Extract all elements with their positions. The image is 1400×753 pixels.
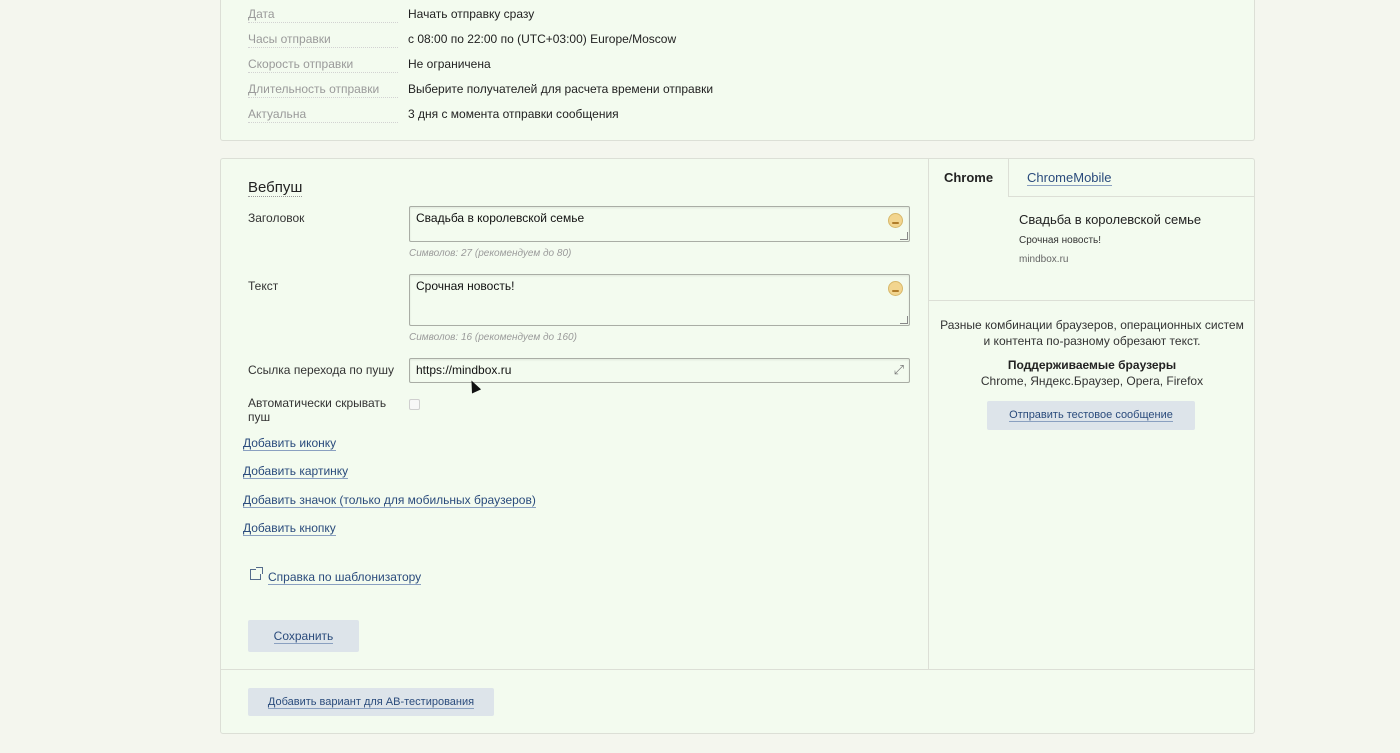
link-label: Ссылка перехода по пушу — [248, 363, 394, 377]
settings-row-date: Дата Начать отправку сразу — [248, 7, 948, 27]
text-input[interactable]: Срочная новость! — [409, 274, 910, 326]
emoji-icon[interactable] — [888, 281, 903, 296]
autohide-label: Автоматически скрывать пуш — [248, 396, 387, 424]
text-label: Текст — [248, 279, 279, 293]
tab-chromemobile[interactable]: ChromeMobile — [1027, 170, 1112, 186]
webpush-panel: Вебпуш Заголовок Свадьба в королевской с… — [220, 158, 1255, 671]
settings-row-actual: Актуальна 3 дня с момента отправки сообщ… — [248, 107, 948, 127]
supported-browsers-title: Поддерживаемые браузеры — [1007, 358, 1177, 372]
title-input-value: Свадьба в королевской семье — [416, 211, 585, 225]
save-button[interactable]: Сохранить — [248, 620, 359, 652]
title-label: Заголовок — [248, 211, 305, 225]
preview-note: Разные комбинации браузеров, операционны… — [929, 317, 1255, 349]
text-counter: Символов: 16 (рекомендуем до 160) — [409, 332, 577, 343]
title-counter: Символов: 27 (рекомендуем до 80) — [409, 248, 572, 259]
settings-label: Длительность отправки — [248, 82, 384, 96]
add-button-link[interactable]: Добавить кнопку — [243, 522, 336, 536]
settings-row-hours: Часы отправки с 08:00 по 22:00 по (UTC+0… — [248, 32, 948, 52]
section-title: Вебпуш — [248, 179, 303, 197]
preview-push-domain: mindbox.ru — [1019, 254, 1069, 265]
ab-testing-panel: Добавить вариант для АВ-тестирования — [220, 669, 1255, 734]
settings-label: Часы отправки — [248, 32, 335, 46]
preview-tabs: Chrome ChromeMobile — [929, 159, 1255, 197]
settings-label: Скорость отправки — [248, 57, 358, 71]
settings-value: с 08:00 по 22:00 по (UTC+03:00) Europe/M… — [408, 32, 677, 46]
link-input[interactable]: https://mindbox.ru ⤢ — [409, 358, 910, 383]
expand-icon[interactable]: ⤢ — [894, 363, 904, 376]
settings-row-duration: Длительность отправки Выберите получател… — [248, 82, 948, 102]
text-input-value: Срочная новость! — [416, 279, 515, 293]
add-icon-link[interactable]: Добавить иконку — [243, 437, 337, 451]
settings-label: Дата — [248, 7, 279, 21]
preview-divider — [929, 300, 1255, 301]
template-help-link[interactable]: Справка по шаблонизатору — [268, 571, 422, 585]
settings-value: 3 дня с момента отправки сообщения — [408, 107, 619, 121]
resize-handle-icon[interactable] — [900, 316, 908, 324]
autohide-checkbox[interactable] — [409, 399, 420, 410]
resize-handle-icon[interactable] — [900, 232, 908, 240]
supported-browsers-list: Chrome, Яндекс.Браузер, Opera, Firefox — [980, 374, 1204, 388]
settings-row-speed: Скорость отправки Не ограничена — [248, 57, 948, 77]
settings-value: Выберите получателей для расчета времени… — [408, 82, 714, 96]
note-line-2: и контента по-разному обрезают текст. — [983, 334, 1201, 348]
mailing-settings-panel: Дата Начать отправку сразу Часы отправки… — [220, 0, 1255, 141]
add-badge-link[interactable]: Добавить значок (только для мобильных бр… — [243, 494, 536, 508]
add-picture-link[interactable]: Добавить картинку — [243, 465, 349, 479]
link-input-value: https://mindbox.ru — [416, 363, 512, 377]
settings-value: Не ограничена — [408, 57, 491, 71]
emoji-icon[interactable] — [888, 213, 903, 228]
preview-push-body: Срочная новость! — [1019, 235, 1102, 246]
external-link-icon — [250, 567, 263, 580]
send-test-button[interactable]: Отправить тестовое сообщение — [987, 401, 1195, 430]
title-input[interactable]: Свадьба в королевской семье — [409, 206, 910, 242]
preview-push-title: Свадьба в королевской семье — [1019, 212, 1202, 227]
vertical-divider — [928, 159, 929, 671]
settings-value: Начать отправку сразу — [408, 7, 535, 21]
tab-chrome[interactable]: Chrome — [929, 159, 1009, 197]
add-ab-variant-button[interactable]: Добавить вариант для АВ-тестирования — [248, 688, 494, 716]
note-line-1: Разные комбинации браузеров, операционны… — [940, 318, 1244, 332]
settings-label: Актуальна — [248, 107, 311, 121]
